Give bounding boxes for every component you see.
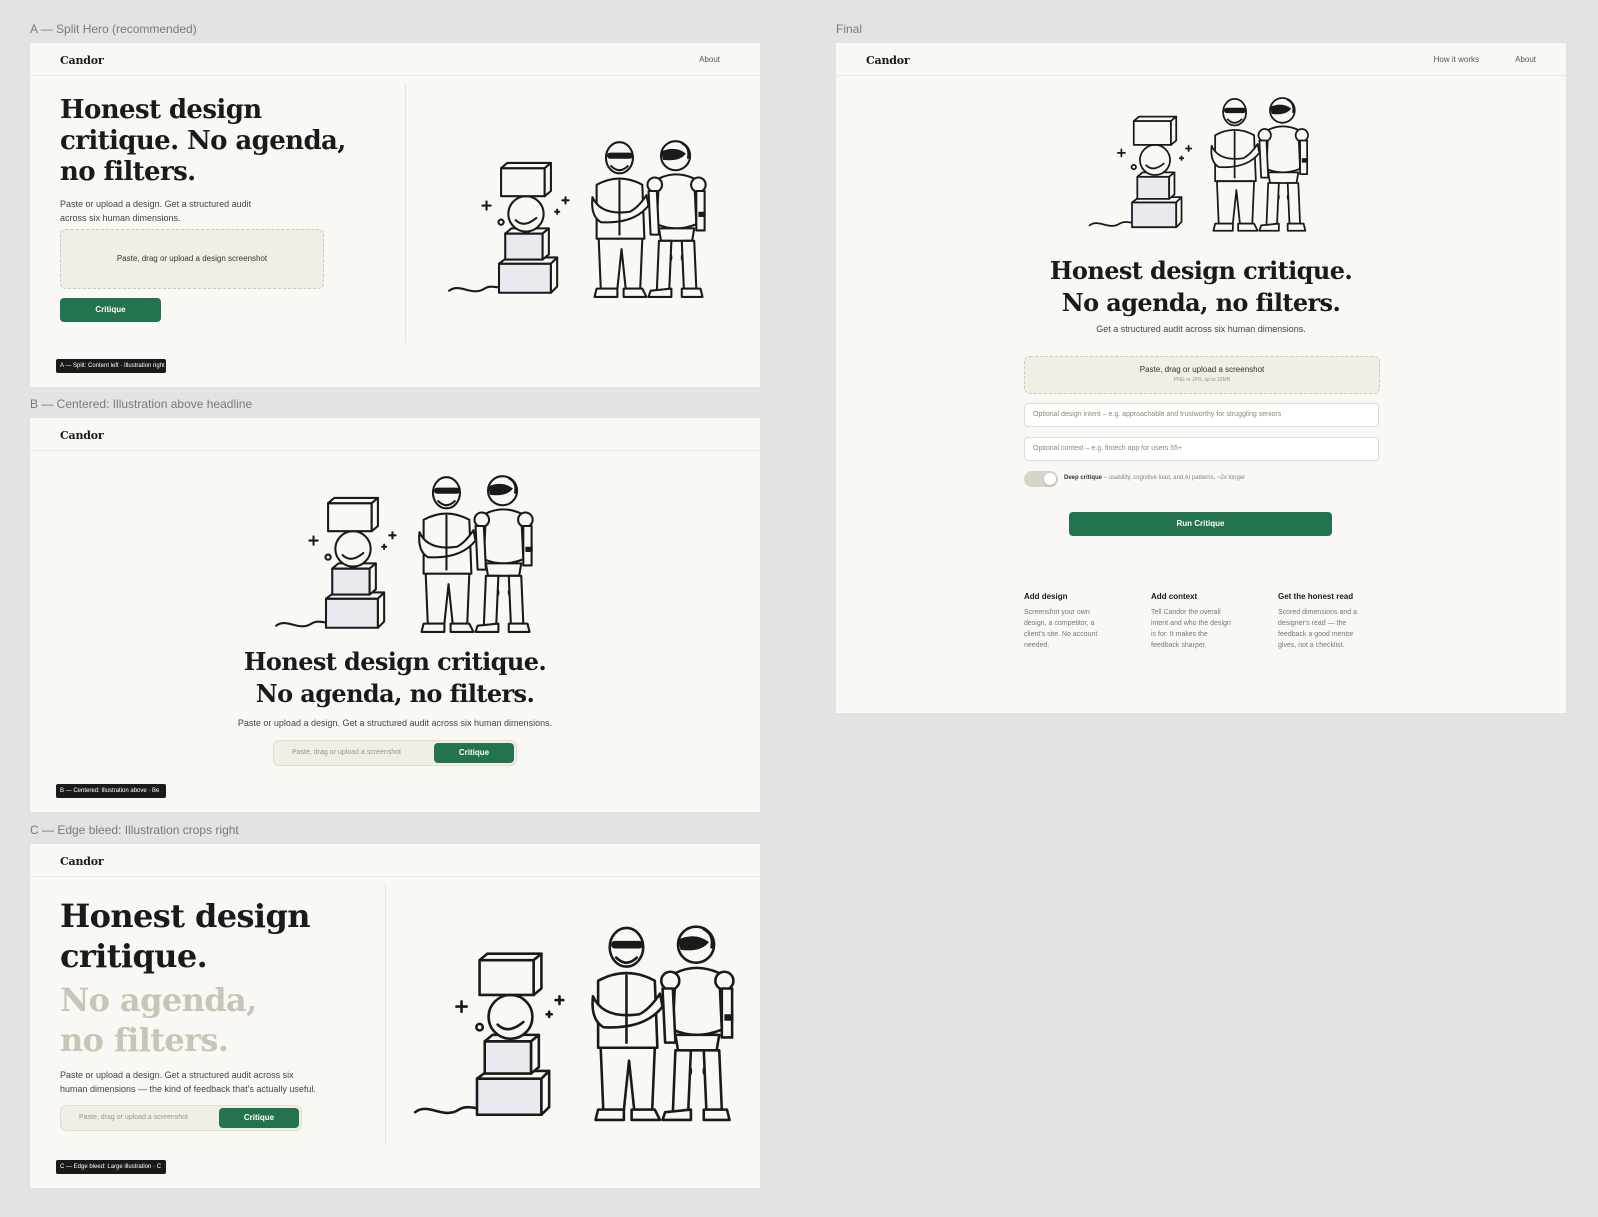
top-nav: Candor (30, 418, 760, 451)
brand-logo[interactable]: Candor (60, 429, 104, 442)
upload-dropzone[interactable]: Paste, drag or upload a design screensho… (60, 229, 324, 289)
hero-illustration (413, 925, 735, 1122)
subtitle-line: Paste or upload a design. Get a structur… (60, 199, 252, 209)
step-add-context: Add context Tell Candor the overall inte… (1151, 592, 1261, 651)
brand-logo[interactable]: Candor (866, 54, 910, 67)
step-line: designer's read — the (1278, 620, 1347, 627)
step-line: Scored dimensions and a (1278, 609, 1357, 616)
nav-about-link[interactable]: About (699, 55, 720, 64)
upload-input[interactable]: Paste, drag or upload a screenshot (292, 741, 401, 765)
frame-a: Candor About Honest design critique. No … (30, 43, 760, 387)
top-nav: Candor About (30, 43, 760, 76)
frame-label-a: A — Split Hero (recommended) (30, 22, 197, 36)
step-line: Screenshot your own (1024, 609, 1090, 616)
hero-illustration (1088, 97, 1309, 232)
step-line: design, a competitor, a (1024, 620, 1095, 627)
subtitle-line: Paste or upload a design. Get a structur… (60, 1070, 294, 1080)
step-title: Add design (1024, 592, 1068, 601)
subtitle-line: across six human dimensions. (60, 213, 181, 223)
headline-line: Honest design (60, 95, 262, 125)
nav-how-it-works-link[interactable]: How it works (1434, 55, 1479, 64)
headline-line: Honest design critique. (243, 647, 547, 676)
headline-line: Honest design critique. (1049, 256, 1353, 285)
dropzone-label: Paste, drag or upload a screenshot (1139, 365, 1265, 374)
headline-line: critique. No agenda, (60, 126, 346, 156)
hero-headline: Honest design critique. No agenda, no fi… (836, 255, 1566, 319)
context-field[interactable]: Optional context – e.g. fintech app for … (1024, 437, 1379, 461)
headline-muted-line: no filters. (60, 1021, 229, 1059)
hero-subtitle: Get a structured audit across six human … (1096, 324, 1306, 334)
headline-line: critique. (60, 937, 208, 975)
upload-dropzone[interactable]: Paste, drag or upload a screenshot PNG o… (1024, 356, 1380, 394)
top-nav: Candor (30, 844, 760, 877)
step-line: client's site. No account (1024, 631, 1098, 638)
run-critique-button[interactable]: Run Critique (1069, 512, 1332, 536)
frame-label-b: B — Centered: Illustration above headlin… (30, 397, 253, 411)
headline-line: Honest design (60, 897, 310, 935)
step-add-design: Add design Screenshot your own design, a… (1024, 592, 1134, 651)
hero-headline: Honest design critique. No agenda, no fi… (60, 896, 310, 1060)
deep-critique-toggle[interactable] (1024, 471, 1058, 487)
step-line: feedback sharper. (1151, 642, 1207, 649)
headline-line: No agenda, no filters. (255, 679, 535, 708)
step-description: Scored dimensions and a designer's read … (1278, 607, 1388, 651)
frame-final: Candor How it works About Honest design … (836, 43, 1566, 713)
step-line: needed. (1024, 642, 1050, 649)
step-line: intent and who the design (1151, 620, 1231, 627)
headline-line: no filters. (60, 157, 196, 187)
step-honest-read: Get the honest read Scored dimensions an… (1278, 592, 1388, 651)
step-line: Tell Candor the overall (1151, 609, 1221, 616)
step-title: Add context (1151, 592, 1198, 601)
nav-about-link[interactable]: About (1515, 55, 1536, 64)
subtitle-line: human dimensions — the kind of feedback … (60, 1084, 316, 1094)
hero-subtitle: Paste or upload a design. Get a structur… (60, 1068, 316, 1096)
toggle-description: – usability, cognitive load, and AI patt… (1102, 475, 1246, 481)
critique-button[interactable]: Critique (219, 1108, 299, 1128)
column-divider (405, 83, 406, 343)
step-description: Tell Candor the overall intent and who t… (1151, 607, 1261, 651)
step-line: feedback a good mentor (1278, 631, 1354, 638)
variant-caption: A — Split: Content left · Illustration r… (56, 359, 166, 373)
upload-input-group[interactable]: Paste, drag or upload a screenshot Criti… (60, 1105, 302, 1131)
step-line: is for. It makes the (1151, 631, 1208, 638)
brand-logo[interactable]: Candor (60, 54, 104, 67)
variant-caption: C — Edge bleed: Large illustration · C (56, 1160, 166, 1174)
upload-input-group[interactable]: Paste, drag or upload a screenshot Criti… (273, 740, 517, 766)
toggle-knob (1044, 473, 1056, 485)
frame-label-c: C — Edge bleed: Illustration crops right (30, 823, 239, 837)
hero-subtitle: Paste or upload a design. Get a structur… (237, 718, 553, 728)
step-line: gives, not a checklist. (1278, 642, 1345, 649)
upload-input[interactable]: Paste, drag or upload a screenshot (79, 1106, 188, 1130)
hero-illustration (275, 475, 534, 633)
frame-b: Candor Honest design critique. No agenda… (30, 418, 760, 812)
variant-caption: B — Centered: Illustration above · Be (56, 784, 166, 798)
design-intent-field[interactable]: Optional design intent – e.g. approachab… (1024, 403, 1379, 427)
frame-c: Candor Honest design critique. No agenda… (30, 844, 760, 1188)
frame-label-final: Final (836, 22, 863, 36)
hero-illustration (448, 140, 707, 298)
column-divider (385, 884, 386, 1144)
critique-button[interactable]: Critique (434, 743, 514, 763)
deep-critique-label: Deep critique – usability, cognitive loa… (1064, 475, 1245, 481)
step-description: Screenshot your own design, a competitor… (1024, 607, 1134, 651)
step-title: Get the honest read (1278, 592, 1354, 601)
brand-logo[interactable]: Candor (60, 855, 104, 868)
hero-headline: Honest design critique. No agenda, no fi… (30, 646, 760, 710)
toggle-label: Deep critique (1064, 475, 1103, 481)
headline-line: No agenda, no filters. (1061, 288, 1341, 317)
hero-subtitle: Paste or upload a design. Get a structur… (60, 197, 251, 225)
critique-button[interactable]: Critique (60, 298, 161, 322)
dropzone-hint: PNG or JPG, up to 10MB (1173, 377, 1231, 383)
hero-headline: Honest design critique. No agenda, no fi… (60, 95, 346, 188)
headline-muted-line: No agenda, (60, 981, 257, 1019)
top-nav: Candor How it works About (836, 43, 1566, 76)
